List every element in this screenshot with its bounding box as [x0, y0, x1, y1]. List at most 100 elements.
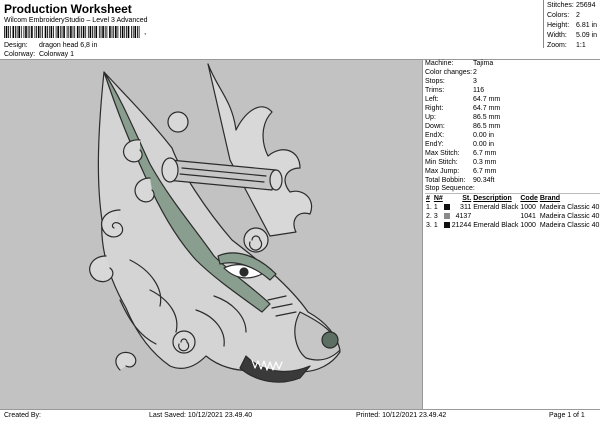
footer-last-saved: Last Saved: 10/12/2021 23.49.40 — [149, 412, 253, 419]
info-label: Left: — [425, 96, 439, 103]
table-row[interactable]: 3. 1 21244 Emerald Black 1000 Madeira Classic… — [425, 221, 600, 230]
production-worksheet: Production Worksheet Wilcom EmbroiderySt… — [0, 0, 600, 424]
colorway-value: Colorway 1 — [38, 51, 74, 58]
info-row: Max Stitch: 6.7 mm — [425, 150, 600, 159]
col-description: Description — [473, 195, 512, 202]
row-code: 1000 — [520, 204, 536, 211]
colorway-label: Colorway: — [4, 51, 36, 58]
info-row: Right: 64.7 mm — [425, 105, 600, 114]
info-value: 64.7 mm — [473, 105, 501, 112]
row-stitches: 21244 — [451, 222, 472, 229]
info-value: 64.7 mm — [473, 96, 501, 103]
design-value: dragon head 6,8 in — [38, 42, 98, 49]
col-brand: Brand — [539, 195, 561, 202]
info-label: Max Stitch: — [425, 150, 460, 157]
info-value: 3 — [473, 78, 477, 85]
barcode — [4, 26, 140, 38]
row-brand: Madeira Classic 40 — [539, 213, 600, 220]
col-stitches: St. — [462, 195, 472, 202]
thread-color-swatch — [443, 213, 450, 220]
stat-width: Width: 5.09 in — [547, 32, 598, 39]
info-row: Min Stitch: 0.3 mm — [425, 159, 600, 168]
stop-sequence-title: Stop Sequence: — [425, 185, 475, 192]
stat-colors: Colors: 2 — [547, 12, 580, 19]
needle-number: 1 — [433, 222, 438, 229]
info-label: Up: — [425, 114, 436, 121]
info-label: Total Bobbin: — [425, 177, 466, 184]
machine-info-panel: Machine: Tajima Color changes:2 Stops: 3 Trim… — [425, 60, 600, 186]
info-value: Tajima — [473, 60, 494, 67]
colorway-row: Colorway: Colorway 1 — [4, 51, 74, 58]
info-value: 0.3 mm — [473, 159, 497, 166]
row-description — [472, 212, 519, 221]
footer-page: Page 1 of 1 — [549, 412, 585, 419]
info-value: 2 — [473, 69, 477, 76]
dragon-head-embroidery-image — [89, 63, 341, 383]
stat-stitches: Stitches: 25694 — [547, 2, 596, 9]
table-row[interactable]: 1. 1 311 Emerald Black 1000 Madeira Classic 4… — [425, 203, 600, 212]
info-value: 6.7 mm — [473, 150, 497, 157]
footer-created-by: Created By: — [4, 412, 41, 419]
row-needle: 1 — [433, 221, 451, 230]
thread-color-swatch — [443, 204, 450, 211]
row-stitches: 4137 — [455, 213, 472, 220]
info-label: Stops: — [425, 78, 445, 85]
table-row[interactable]: 2. 3 4137 1041 Madeira Classic 40 — [425, 212, 600, 221]
col-needle: N# — [433, 195, 443, 202]
row-description: Emerald Black — [473, 222, 519, 229]
row-index: 2. — [426, 213, 432, 220]
barcode-suffix: , — [144, 27, 147, 36]
design-row: Design: dragon head 6,8 in — [4, 42, 97, 49]
row-code: 1000 — [520, 222, 536, 229]
design-preview[interactable] — [0, 60, 423, 409]
info-value: 0.00 in — [473, 132, 495, 139]
info-row: Stops: 3 — [425, 78, 600, 87]
row-index: 3. — [426, 222, 432, 229]
info-label: Min Stitch: — [425, 159, 458, 166]
stat-zoom: Zoom: 1:1 — [547, 42, 586, 49]
page-title: Production Worksheet — [4, 2, 132, 16]
info-label: Machine: — [425, 60, 454, 67]
info-label: Color changes: — [425, 69, 473, 76]
row-needle: 3 — [433, 212, 451, 221]
info-row: Machine: Tajima — [425, 60, 600, 69]
row-needle: 1 — [433, 203, 451, 212]
row-description: Emerald Black — [473, 204, 519, 211]
info-value: 90.34ft — [473, 177, 495, 184]
footer-printed: Printed: 10/12/2021 23.49.42 — [356, 412, 447, 419]
row-brand: Madeira Classic 40 — [539, 222, 600, 229]
row-brand: Madeira Classic 40 — [539, 204, 600, 211]
info-value: 116 — [473, 87, 485, 94]
needle-number: 1 — [433, 204, 438, 211]
software-subtitle: Wilcom EmbroideryStudio – Level 3 Advanc… — [4, 17, 148, 24]
info-label: EndY: — [425, 141, 444, 148]
row-index: 1. — [426, 204, 432, 211]
stop-sequence-table: # N# St. Description Code Brand 1. 1 311 Em… — [425, 194, 600, 230]
design-label: Design: — [4, 42, 28, 49]
footer-divider — [0, 409, 600, 410]
info-label: Trims: — [425, 87, 445, 94]
info-row: Left: 64.7 mm — [425, 96, 600, 105]
info-row: Trims: 116 — [425, 87, 600, 96]
col-code: Code — [520, 195, 538, 202]
needle-number: 3 — [433, 213, 438, 220]
info-row: EndY: 0.00 in — [425, 141, 600, 150]
info-label: Max Jump: — [425, 168, 460, 175]
info-label: Down: — [425, 123, 445, 130]
info-value: 86.5 mm — [473, 123, 501, 130]
info-label: Right: — [425, 105, 444, 112]
info-row: Down: 86.5 mm — [425, 123, 600, 132]
info-value: 0.00 in — [473, 141, 495, 148]
info-value: 6.7 mm — [473, 168, 497, 175]
info-row: EndX: 0.00 in — [425, 132, 600, 141]
stat-height: Height: 6.81 in — [547, 22, 598, 29]
info-label: EndX: — [425, 132, 445, 139]
row-stitches: 311 — [460, 204, 472, 211]
row-code: 1041 — [520, 213, 536, 220]
info-row: Max Jump: 6.7 mm — [425, 168, 600, 177]
info-row: Color changes:2 — [425, 69, 600, 78]
info-row: Up: 86.5 mm — [425, 114, 600, 123]
info-value: 86.5 mm — [473, 114, 501, 121]
stats-box: Stitches: 25694 Colors: 2 Height: 6.81 in W… — [543, 0, 600, 49]
col-index: # — [426, 195, 430, 202]
